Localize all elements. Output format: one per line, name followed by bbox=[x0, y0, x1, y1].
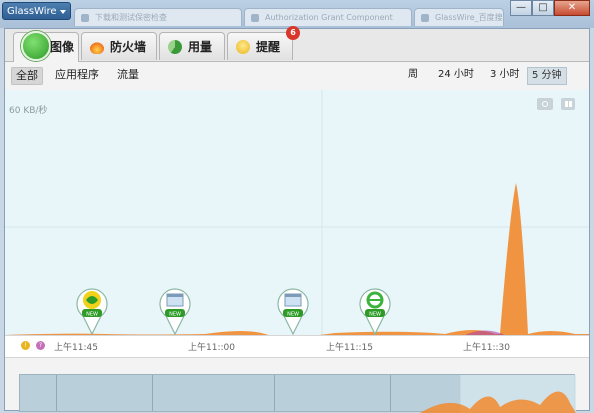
svg-text:NEW: NEW bbox=[287, 312, 299, 318]
tab-alerts[interactable]: 提醒 bbox=[227, 32, 293, 60]
tab-label: 图像 bbox=[50, 40, 75, 54]
graph-icon bbox=[21, 31, 51, 61]
timeline-axis: ! ? 上午11:45 上午11::00 上午11::15 上午11::30 bbox=[5, 335, 589, 358]
range-3h[interactable]: 3 小时 bbox=[486, 67, 524, 83]
range-24h[interactable]: 24 小时 bbox=[434, 67, 478, 83]
qihoo-360-icon: NEW bbox=[76, 288, 108, 335]
svg-text:NEW: NEW bbox=[86, 312, 98, 318]
window-app-icon: NEW bbox=[277, 288, 309, 335]
filter-apps[interactable]: 应用程序 bbox=[51, 67, 103, 83]
browser-tab-label: 下载和测试保密检查 bbox=[95, 13, 167, 22]
browser-tab-3[interactable]: GlassWire_百度搜索 bbox=[414, 8, 504, 26]
tab-label: 防火墙 bbox=[110, 40, 147, 54]
filter-traffic[interactable]: 流量 bbox=[113, 67, 143, 83]
tab-label: 提醒 bbox=[256, 40, 281, 54]
filter-all[interactable]: 全部 bbox=[11, 67, 43, 85]
close-button[interactable]: ✕ bbox=[554, 0, 590, 16]
pie-chart-icon bbox=[168, 40, 182, 54]
main-tab-bar: 图像 防火墙 用量 提醒 6 bbox=[5, 26, 589, 62]
svg-text:NEW: NEW bbox=[369, 312, 381, 318]
app-name: GlassWire bbox=[7, 6, 57, 17]
time-label: 上午11::30 bbox=[463, 343, 510, 353]
filter-bar: 全部 应用程序 流量 周 24 小时 3 小时 5 分钟 bbox=[5, 62, 589, 88]
time-label: 上午11::15 bbox=[326, 343, 373, 353]
app-pin[interactable]: NEW bbox=[156, 286, 194, 335]
alerts-count-badge: 6 bbox=[286, 26, 300, 40]
event-marker-icon[interactable]: ? bbox=[36, 341, 45, 350]
tab-label: 用量 bbox=[188, 40, 213, 54]
flame-icon bbox=[90, 40, 104, 54]
app-menu-button[interactable]: GlassWire bbox=[2, 2, 71, 20]
range-5min[interactable]: 5 分钟 bbox=[527, 67, 567, 85]
traffic-graph[interactable]: 60 KB/秒 NEW NEW NEW NEW bbox=[5, 90, 589, 335]
time-label: 上午11::00 bbox=[188, 343, 235, 353]
tab-usage[interactable]: 用量 bbox=[159, 32, 225, 60]
page-icon bbox=[251, 14, 259, 22]
browser-tab-2[interactable]: Authorization Grant Component bbox=[244, 8, 412, 26]
dropdown-arrow-icon bbox=[60, 10, 66, 14]
page-icon bbox=[421, 14, 429, 22]
browser-tab-label: GlassWire_百度搜索 bbox=[435, 13, 504, 22]
event-marker-icon[interactable]: ! bbox=[21, 341, 30, 350]
tab-graph[interactable]: 图像 bbox=[13, 31, 79, 62]
lightbulb-icon bbox=[236, 40, 250, 54]
app-pin[interactable]: NEW bbox=[73, 286, 111, 335]
tab-firewall[interactable]: 防火墙 bbox=[81, 32, 157, 60]
glasswire-window: 图像 防火墙 用量 提醒 6 全部 应用程序 流量 周 24 小时 3 小时 5… bbox=[4, 26, 590, 413]
browser-tab-1[interactable]: 下载和测试保密检查 bbox=[74, 8, 242, 26]
page-icon bbox=[81, 14, 89, 22]
browser-tab-label: Authorization Grant Component bbox=[265, 13, 393, 22]
app-pin[interactable]: NEW bbox=[274, 286, 312, 335]
svg-text:NEW: NEW bbox=[169, 312, 181, 318]
window-app-icon: NEW bbox=[159, 288, 191, 335]
app-pin[interactable]: NEW bbox=[356, 286, 394, 335]
ie-browser-icon: NEW bbox=[359, 288, 391, 335]
minimize-button[interactable]: — bbox=[510, 0, 532, 16]
overview-traffic bbox=[420, 375, 576, 413]
time-label: 上午11:45 bbox=[54, 343, 98, 353]
maximize-button[interactable]: □ bbox=[532, 0, 554, 16]
title-bar: GlassWire 下载和测试保密检查 Authorization Grant … bbox=[0, 0, 594, 28]
overview-timeline[interactable] bbox=[19, 374, 576, 413]
range-week[interactable]: 周 bbox=[404, 67, 422, 83]
